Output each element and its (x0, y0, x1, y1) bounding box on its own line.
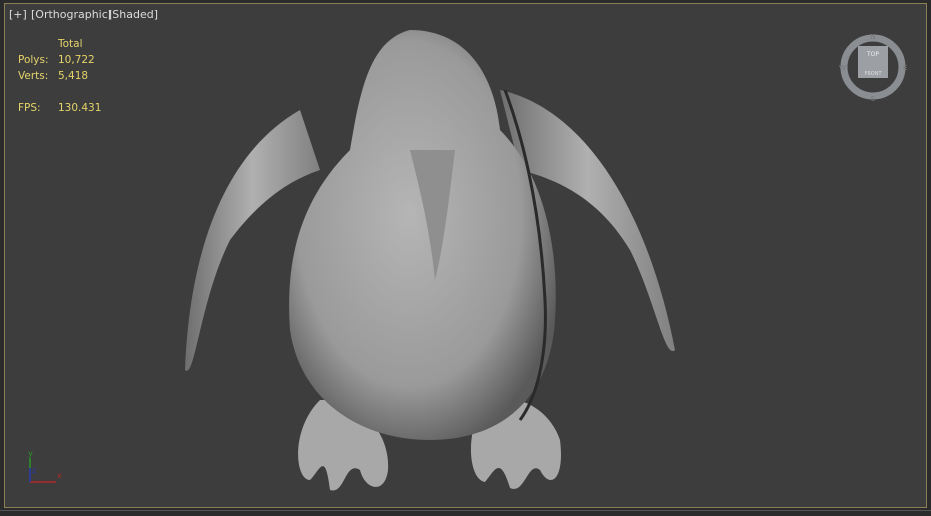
compass-e[interactable]: E (903, 64, 907, 72)
viewcube-top-face[interactable]: TOP (866, 51, 879, 58)
axis-tripod-icon: x y z (28, 449, 62, 483)
axis-y-label: y (28, 449, 33, 458)
axis-z-label: z (32, 466, 36, 475)
penguin-model[interactable] (0, 0, 931, 515)
compass-n[interactable]: N (870, 33, 875, 41)
bottom-panel-edge (0, 510, 931, 516)
axis-x-label: x (57, 471, 62, 480)
penguin-body (289, 30, 556, 440)
compass-w[interactable]: W (839, 64, 846, 72)
viewcube-front-face[interactable]: FRONT (864, 71, 882, 77)
compass-s[interactable]: S (871, 95, 876, 102)
viewcube[interactable]: TOP FRONT N S W E (836, 32, 912, 102)
